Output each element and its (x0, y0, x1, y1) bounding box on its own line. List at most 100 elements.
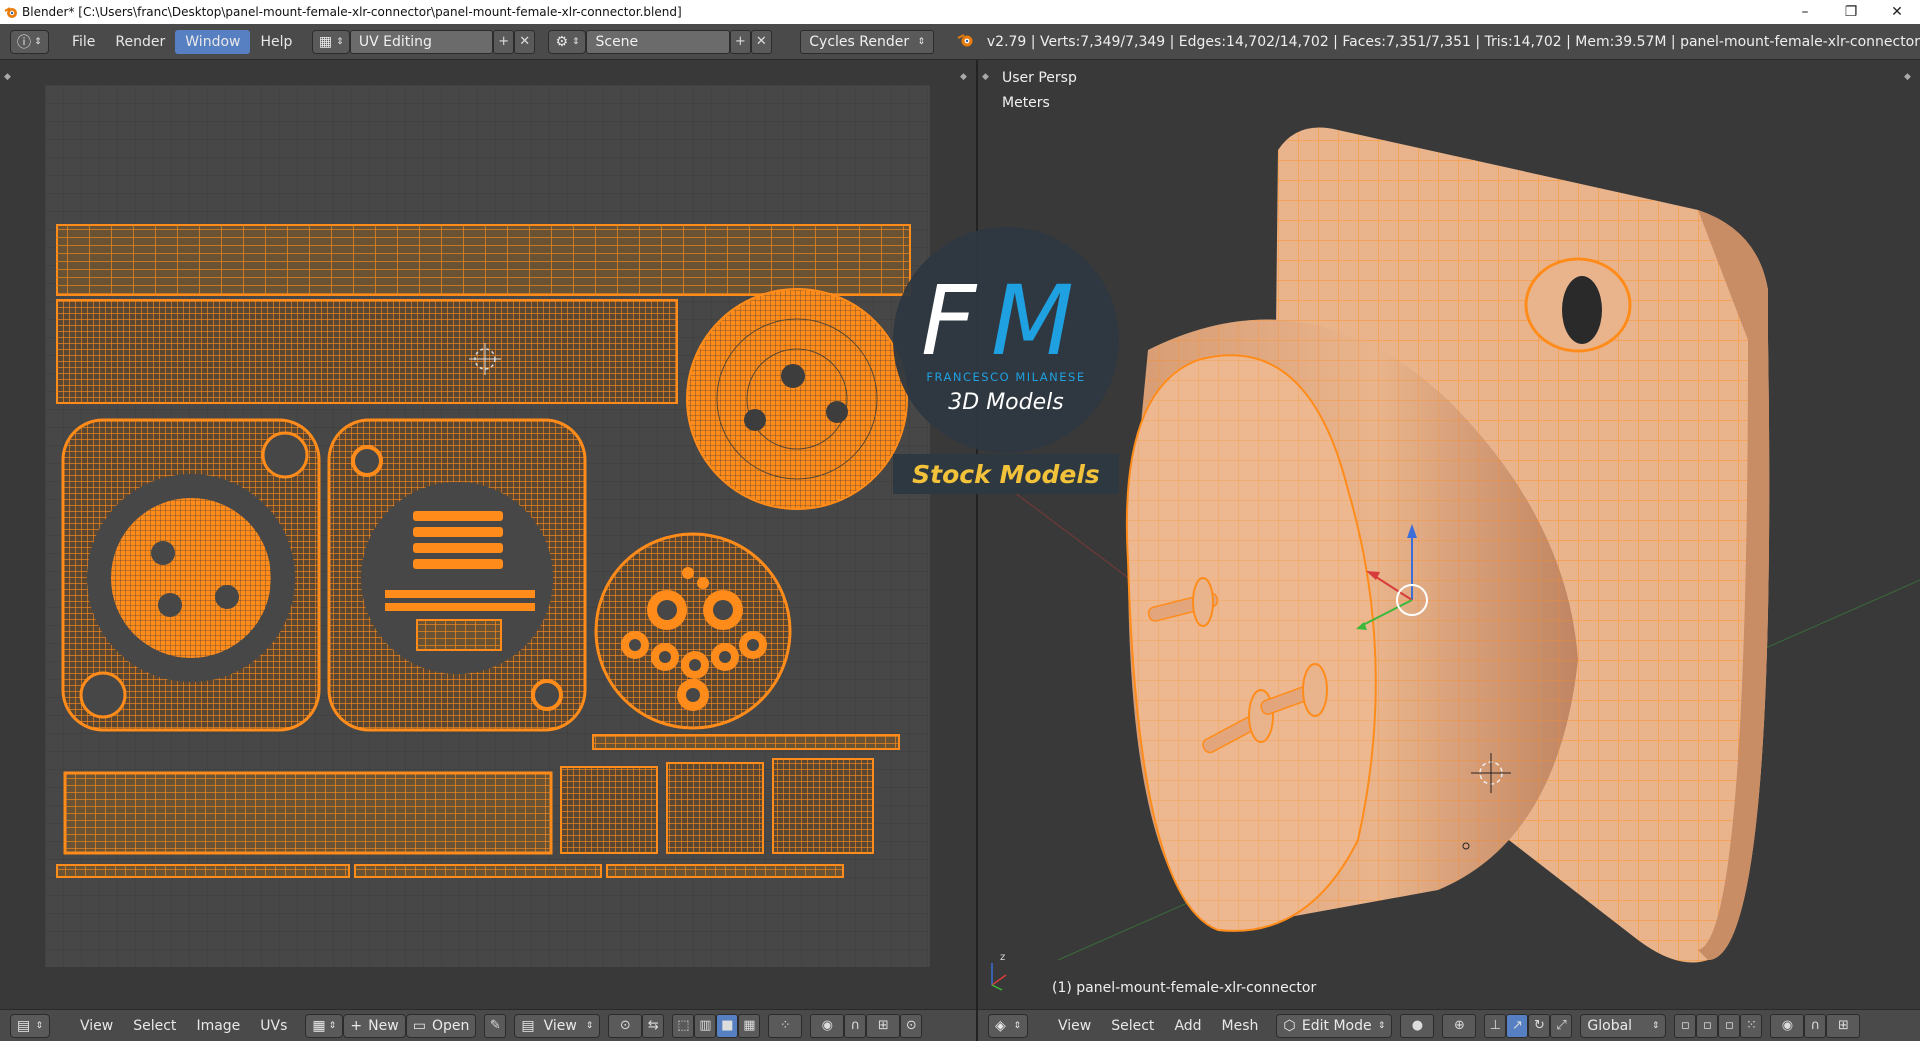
object-icon: ⊙ (905, 1018, 917, 1033)
delete-scene-button[interactable]: ✕ (750, 29, 772, 54)
edge-select-mode-button[interactable]: ▥ (694, 1013, 717, 1038)
editor-type-info-button[interactable]: ⓘ ⇕ (10, 29, 49, 54)
browse-image-button[interactable]: ▦ ⇕ (305, 1013, 344, 1038)
render-engine-dropdown[interactable]: Cycles Render ⇕ (800, 29, 935, 54)
snap-element-3d-button[interactable]: ⊞ (1826, 1013, 1861, 1038)
uv-menu-view[interactable]: View (70, 1014, 123, 1038)
face-dot-icon: ⁙ (1745, 1018, 1757, 1033)
manipulator-toggle-button[interactable]: ⊥ (1484, 1013, 1507, 1038)
x-icon: ✕ (519, 34, 531, 49)
uv-menu-uvs[interactable]: UVs (250, 1014, 297, 1038)
x-icon: ✕ (755, 34, 767, 49)
active-object-button[interactable]: ⊙ (900, 1013, 923, 1038)
transform-orientation-dropdown[interactable]: Global ⇕ (1580, 1013, 1667, 1038)
pivot-point-3d-button[interactable]: ⊕ (1442, 1013, 1477, 1038)
vp-menu-mesh[interactable]: Mesh (1212, 1014, 1269, 1038)
watermark-initial-f: F (921, 265, 978, 377)
vp-menu-add[interactable]: Add (1164, 1014, 1211, 1038)
close-button[interactable]: ✕ (1874, 4, 1920, 20)
area-split-handle-icon[interactable]: ◆ (960, 72, 970, 82)
updown-icon: ⇕ (1651, 1020, 1660, 1031)
window-title: Blender* [C:\Users\franc\Desktop\panel-m… (22, 5, 682, 19)
scene-field[interactable]: Scene (586, 29, 730, 54)
layer-3-button[interactable]: ▫ (1718, 1013, 1741, 1038)
menu-file[interactable]: File (62, 30, 105, 54)
layer-2-button[interactable]: ▫ (1696, 1013, 1719, 1038)
add-scene-button[interactable]: + (729, 29, 751, 54)
editor-type-3d-button[interactable]: ◈ ⇕ (988, 1013, 1028, 1038)
menu-help[interactable]: Help (250, 30, 302, 54)
snap-element-button[interactable]: ⊞ (866, 1013, 901, 1038)
island-select-mode-button[interactable]: ▦ (738, 1013, 761, 1038)
uv-image-editor[interactable]: ◆ ◆ (0, 60, 976, 1009)
viewport-shading-button[interactable]: ● (1400, 1013, 1435, 1038)
face-select-mode-button[interactable]: ■ (716, 1013, 739, 1038)
snap-element-icon: ⊞ (877, 1018, 889, 1033)
new-image-button[interactable]: + New (343, 1013, 406, 1038)
vp-menu-select[interactable]: Select (1101, 1014, 1164, 1038)
uv-menu-image[interactable]: Image (186, 1014, 250, 1038)
uv-menu-select[interactable]: Select (123, 1014, 186, 1038)
plus-icon: + (734, 34, 746, 49)
sync-selection-button[interactable]: ⇆ (642, 1013, 665, 1038)
updown-icon: ⇕ (572, 36, 580, 47)
vertex-select-mode-button[interactable]: ⬚ (672, 1013, 695, 1038)
maximize-button[interactable]: ❐ (1828, 4, 1874, 20)
axis-gizmo-icon: z (991, 952, 1007, 991)
layer-icon: ▫ (1725, 1018, 1734, 1033)
minimize-button[interactable]: – (1782, 4, 1828, 20)
uv-island-bottom-strip-3 (606, 864, 844, 878)
image-view-mode-dropdown[interactable]: ▤ View ⇕ (514, 1013, 601, 1038)
3d-viewport[interactable]: User Persp Meters ◆ ◆ z (1) panel-mount-… (978, 60, 1920, 1009)
rotate-icon: ↻ (1533, 1018, 1545, 1033)
uv-island-round-pins (594, 532, 792, 730)
editor-type-uv-button[interactable]: ▤ ⇕ (10, 1013, 50, 1038)
layer-icon: ▫ (1681, 1018, 1690, 1033)
window-title-bar: Blender* [C:\Users\franc\Desktop\panel-m… (0, 0, 1920, 24)
sticky-selection-button[interactable]: ⁘ (768, 1013, 803, 1038)
vp-menu-view[interactable]: View (1048, 1014, 1101, 1038)
magnet-3d-icon: ∩ (1810, 1018, 1821, 1033)
shading-sphere-icon: ● (1411, 1018, 1424, 1033)
proportional-edit-button[interactable]: ◉ (810, 1013, 845, 1038)
edge-icon: ▥ (699, 1018, 712, 1033)
sync-icon: ⇆ (647, 1018, 659, 1033)
layer-icon: ▫ (1703, 1018, 1712, 1033)
interaction-mode-dropdown[interactable]: ⬡ Edit Mode ⇕ (1276, 1013, 1393, 1038)
interaction-mode-label: Edit Mode (1301, 1017, 1372, 1034)
object-name-label: (1) panel-mount-female-xlr-connector (1052, 980, 1317, 996)
menu-render[interactable]: Render (105, 30, 175, 54)
snap-3d-button[interactable]: ∩ (1804, 1013, 1827, 1038)
uv-island-lower-strip (63, 771, 553, 855)
updown-icon: ⇕ (336, 36, 344, 47)
blender-stats-icon (957, 32, 975, 52)
open-image-button[interactable]: ▭ Open (405, 1013, 477, 1038)
manipulator-icon: ⊥ (1489, 1018, 1502, 1033)
uv-canvas[interactable] (45, 85, 930, 967)
view-mode-icon: ▤ (521, 1017, 535, 1034)
add-screen-button[interactable]: + (493, 29, 515, 54)
delete-screen-button[interactable]: ✕ (514, 29, 536, 54)
rotate-manipulator-button[interactable]: ↻ (1528, 1013, 1551, 1038)
watermark-subtitle: 3D Models (948, 390, 1063, 415)
screen-layout-field[interactable]: UV Editing (349, 29, 494, 54)
uv-island-round-face (686, 288, 908, 510)
area-split-handle-icon[interactable]: ◆ (4, 72, 14, 82)
menu-window[interactable]: Window (175, 29, 251, 54)
translate-manipulator-button[interactable]: ↗ (1506, 1013, 1529, 1038)
updown-icon: ⇕ (34, 36, 42, 47)
scene-selector[interactable]: ⚙ ⇕ (548, 29, 587, 54)
uv-island-bottom-strip-2 (354, 864, 602, 878)
sticky-icon: ⁘ (779, 1018, 791, 1033)
layer-1-button[interactable]: ▫ (1674, 1013, 1697, 1038)
new-image-label: New (368, 1017, 399, 1034)
face-dot-button[interactable]: ⁙ (1740, 1013, 1763, 1038)
scale-manipulator-button[interactable]: ⤢ (1550, 1013, 1573, 1038)
uv-island-strip-second (56, 299, 678, 404)
snap-toggle-button[interactable]: ∩ (844, 1013, 867, 1038)
pin-image-button[interactable]: ✎ (484, 1013, 507, 1038)
pivot-point-button[interactable]: ⊙ (608, 1013, 643, 1038)
screen-layout-selector[interactable]: ▦ ⇕ (311, 29, 350, 54)
viewport-scene[interactable]: z (978, 60, 1920, 1009)
proportional-3d-button[interactable]: ◉ (1770, 1013, 1805, 1038)
